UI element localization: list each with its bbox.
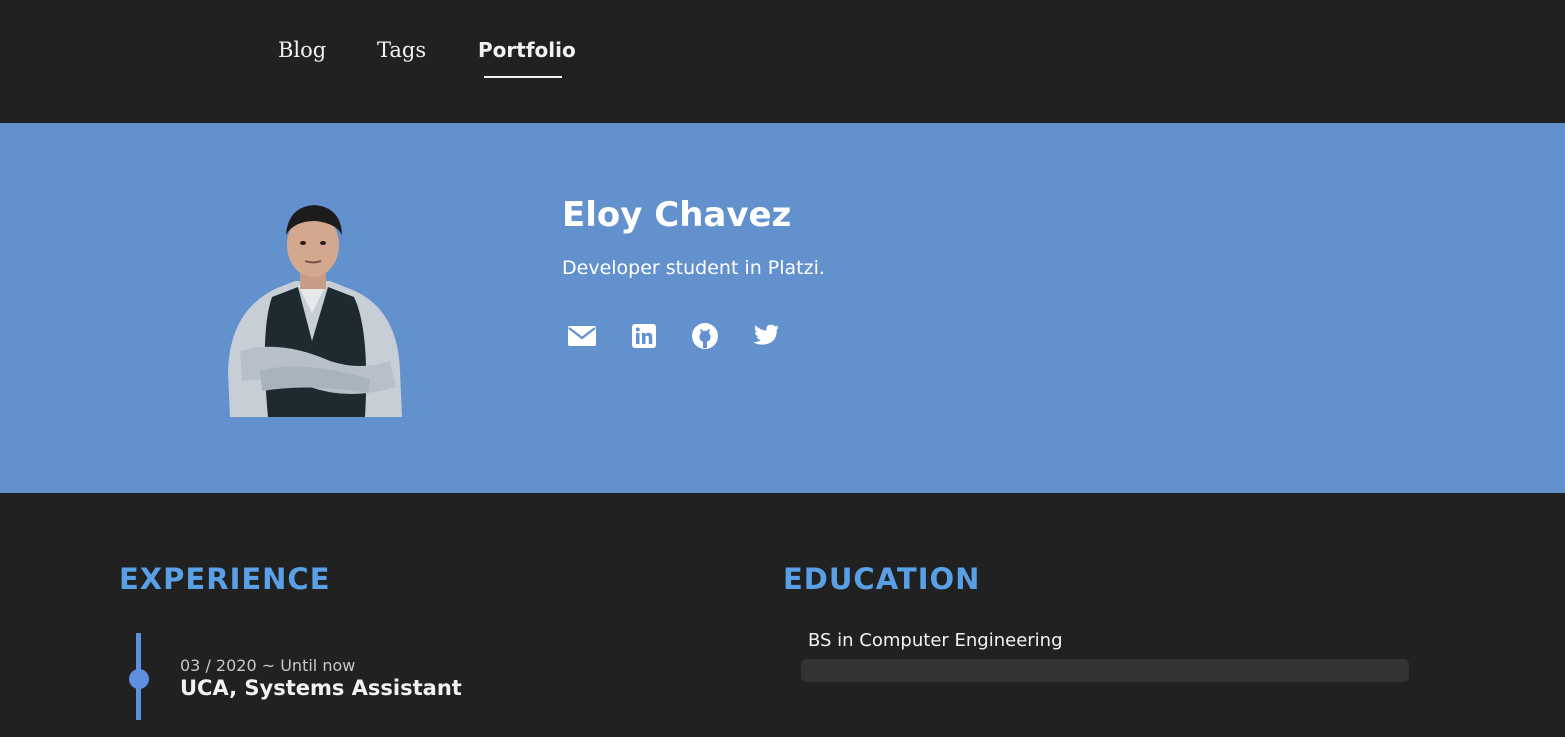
experience-role: UCA, Systems Assistant: [180, 676, 462, 700]
twitter-icon[interactable]: [751, 321, 781, 351]
avatar: [220, 201, 406, 417]
github-icon[interactable]: [690, 321, 720, 351]
linkedin-icon[interactable]: [629, 321, 659, 351]
active-nav-underline: [484, 76, 562, 78]
nav-link-portfolio[interactable]: Portfolio: [478, 38, 576, 62]
profile-tagline: Developer student in Platzi.: [562, 257, 825, 279]
mail-icon[interactable]: [567, 321, 597, 351]
profile-name: Eloy Chavez: [562, 195, 792, 235]
timeline-dot: [129, 669, 149, 689]
nav-link-tags[interactable]: Tags: [377, 38, 426, 62]
education-degree: BS in Computer Engineering: [808, 630, 1063, 651]
experience-heading: EXPERIENCE: [119, 562, 331, 596]
profile-hero: Eloy Chavez Developer student in Platzi.: [0, 123, 1565, 493]
nav-link-blog[interactable]: Blog: [278, 38, 326, 62]
education-detail-bar: [801, 659, 1409, 682]
education-heading: EDUCATION: [783, 562, 981, 596]
experience-date: 03 / 2020 ~ Until now: [180, 656, 356, 675]
top-navigation: Blog Tags Portfolio: [0, 0, 1565, 123]
